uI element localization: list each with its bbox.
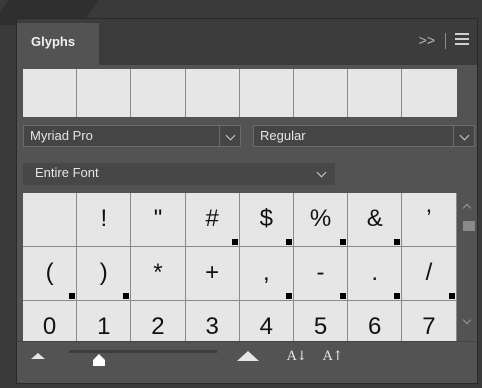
font-style-select[interactable]: Regular (253, 125, 475, 147)
alternates-marker (448, 293, 455, 299)
glyph-cell[interactable]: ( (23, 247, 78, 301)
zoom-slider-track[interactable] (69, 350, 217, 353)
glyph-char: ’ (426, 205, 432, 232)
recent-glyph-slot[interactable] (77, 69, 132, 117)
glyph-char: 3 (205, 313, 219, 340)
alternates-marker (123, 293, 130, 299)
increase-font-size-button[interactable]: A↑ (323, 349, 343, 364)
glyph-char: , (263, 259, 270, 286)
glyph-grid: ! " # $% & ’ () * +, -. / 0 1 2 3 4 5 6 7 (23, 193, 457, 349)
glyph-char: - (316, 259, 325, 286)
alternates-marker (69, 293, 76, 299)
glyph-char: % (309, 205, 332, 232)
panel-tabbar: Glyphs >> (17, 19, 477, 65)
glyph-char: + (205, 259, 220, 286)
alternates-marker (340, 239, 347, 245)
glyph-cell[interactable]: , (239, 247, 294, 301)
recent-glyph-slot[interactable] (402, 69, 457, 117)
recent-glyph-slot[interactable] (23, 69, 78, 117)
glyph-char: # (205, 205, 219, 232)
recent-glyph-slot[interactable] (293, 69, 349, 117)
alternates-marker (285, 293, 292, 299)
recent-glyph-slot[interactable] (348, 69, 403, 117)
font-family-dropdown[interactable] (219, 126, 240, 146)
glyph-char: 2 (151, 313, 165, 340)
glyph-cell[interactable]: $ (239, 193, 294, 247)
glyph-cell[interactable]: + (185, 247, 240, 301)
glyph-char: " (153, 205, 163, 232)
divider (445, 33, 446, 49)
glyph-cell[interactable]: ) (77, 247, 132, 301)
recent-glyphs-row (23, 69, 457, 117)
font-style-dropdown[interactable] (453, 126, 474, 146)
recent-glyph-slot[interactable] (185, 69, 240, 117)
glyph-char: 5 (313, 313, 328, 340)
glyph-char: 6 (368, 313, 382, 340)
chevron-down-icon (316, 167, 327, 178)
alternates-marker (231, 239, 238, 245)
glyph-cell[interactable]: ’ (402, 193, 457, 247)
double-chevron-right-icon[interactable]: >> (419, 32, 435, 48)
small-mountain-icon[interactable] (31, 353, 45, 359)
decrease-font-size-button[interactable]: A↓ (287, 349, 307, 364)
glyph-char: * (153, 259, 163, 286)
chevron-down-icon (225, 130, 236, 141)
glyph-char: 7 (422, 313, 436, 340)
glyph-cell[interactable]: . (348, 247, 403, 301)
glyph-char: 4 (259, 313, 274, 340)
glyph-cell[interactable] (23, 193, 78, 247)
alternates-marker (394, 293, 401, 299)
scroll-down-icon[interactable] (462, 315, 472, 325)
panel-footer: A↓ A↑ (17, 341, 477, 383)
menu-icon[interactable] (455, 33, 469, 48)
scroll-thumb[interactable] (463, 221, 475, 231)
scroll-up-icon[interactable] (462, 203, 472, 213)
alternates-marker (340, 293, 347, 299)
font-family-value: Myriad Pro (30, 128, 93, 143)
glyph-char: / (425, 259, 433, 286)
glyphs-panel: Glyphs >> Myriad Pro Regular Entire Font… (16, 18, 478, 384)
vertical-scrollbar[interactable] (459, 193, 477, 343)
alternates-marker (285, 239, 292, 245)
alternates-marker (394, 239, 401, 245)
glyph-char: $ (259, 205, 274, 232)
glyph-cell[interactable]: * (131, 247, 186, 301)
recent-glyph-slot[interactable] (239, 69, 294, 117)
glyph-cell[interactable]: ! (77, 193, 132, 247)
tab-glyphs[interactable]: Glyphs (17, 23, 99, 65)
glyph-cell[interactable]: - (293, 247, 349, 301)
glyph-char: & (366, 205, 383, 232)
glyph-char: ) (99, 259, 108, 286)
font-style-value: Regular (260, 128, 306, 143)
chevron-down-icon (459, 130, 470, 141)
show-value: Entire Font (35, 165, 99, 180)
glyph-cell[interactable]: " (131, 193, 186, 247)
glyph-cell[interactable]: / (402, 247, 457, 301)
recent-glyph-slot[interactable] (131, 69, 186, 117)
zoom-slider-knob[interactable] (92, 354, 105, 366)
glyph-char: ( (45, 259, 54, 286)
glyph-cell[interactable]: # (185, 193, 240, 247)
glyph-char: ! (100, 205, 108, 232)
glyph-cell[interactable]: & (348, 193, 403, 247)
glyph-char: . (371, 259, 379, 286)
font-family-select[interactable]: Myriad Pro (23, 125, 241, 147)
show-select[interactable]: Entire Font (23, 163, 335, 185)
glyph-char: 1 (97, 313, 111, 340)
glyph-cell[interactable]: % (293, 193, 349, 247)
large-mountain-icon[interactable] (237, 351, 259, 361)
glyph-char: 0 (42, 313, 57, 340)
